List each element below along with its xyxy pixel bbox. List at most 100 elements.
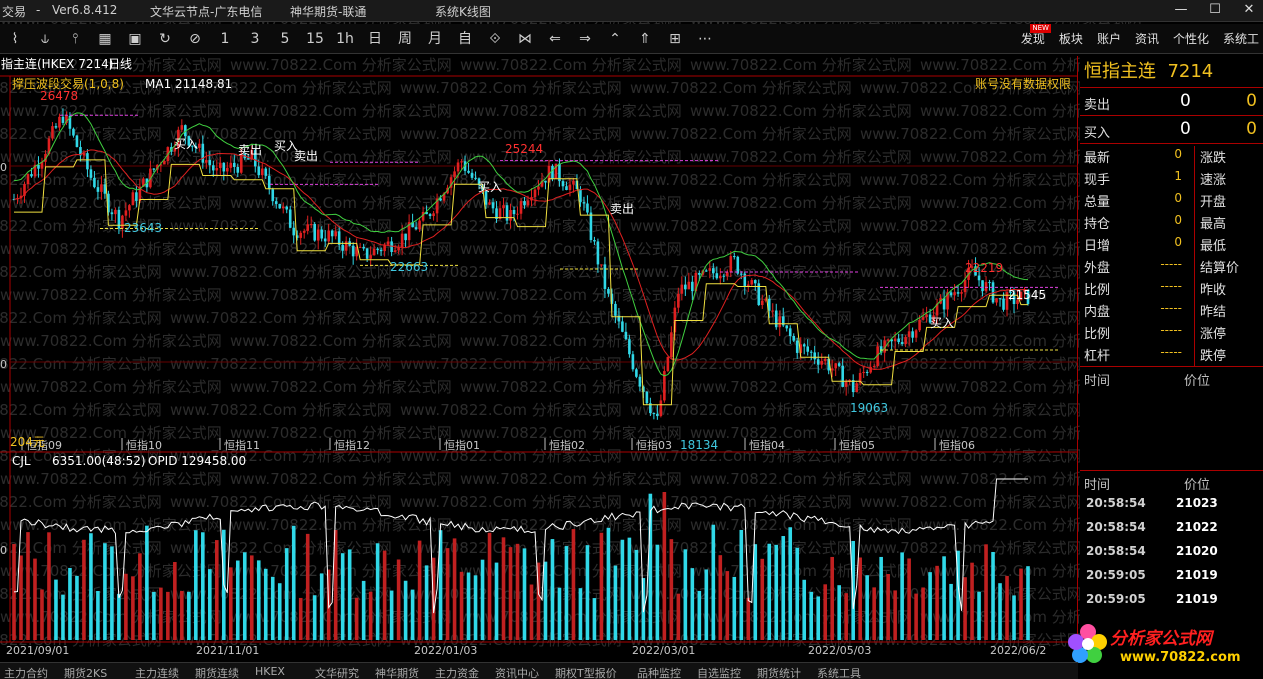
menu-discover[interactable]: 发现 NEW (1021, 24, 1051, 47)
arrow-right-icon[interactable]: ⇒ (570, 28, 600, 50)
menu-personalize[interactable]: 个性化 (1173, 30, 1209, 47)
bottom-tab[interactable]: 主力连续 (135, 665, 179, 679)
candle-icon[interactable]: ⫝ (30, 28, 60, 50)
quote-label: 日增 (1084, 239, 1111, 254)
menu-account[interactable]: 账户 (1097, 30, 1121, 47)
kline-chart[interactable]: 恒指09 恒指10 恒指11 恒指12 恒指01 恒指02 恒指03 恒指04 恒指05 恒指06… (0, 56, 1078, 660)
candle-body (631, 354, 635, 370)
candle-body (505, 205, 509, 221)
trade-signal: 买入 (174, 137, 198, 151)
candle-body (712, 268, 715, 274)
volume-bar (424, 565, 429, 640)
volume-bar (201, 532, 205, 640)
chevron-up-icon[interactable]: ⌃ (600, 28, 630, 50)
volume-bar (138, 553, 142, 640)
period-1[interactable]: 1 (210, 28, 240, 50)
quote-divider (1194, 146, 1195, 366)
quote-value: 0 (1174, 191, 1182, 205)
grid-icon[interactable]: ▦ (90, 28, 120, 50)
quote-value: 0 (1174, 147, 1182, 161)
volume-bar (249, 555, 254, 640)
close-icon[interactable]: ✕ (1241, 2, 1257, 18)
date-label: 2022/01/03 (414, 644, 477, 657)
collapse-icon[interactable]: ⋈ (510, 28, 540, 50)
volume-bar (375, 543, 380, 640)
arrow-left-icon[interactable]: ⇐ (540, 28, 570, 50)
axis-price-2: 0 (0, 358, 7, 371)
bottom-tab[interactable]: 期货统计 (757, 665, 801, 679)
candle-body (271, 189, 275, 202)
tick-list[interactable]: 20:58:54 21023 20:58:54 21022 20:58:54 21020 2… (1080, 492, 1263, 612)
volume-bar (347, 549, 352, 640)
bottom-tab[interactable]: HKEX (255, 665, 285, 678)
maximize-icon[interactable]: ☐ (1207, 2, 1223, 18)
bottom-tab[interactable]: 系统工具 (817, 665, 861, 679)
candle-body (614, 303, 617, 316)
expand-icon[interactable]: ⟐ (480, 28, 510, 50)
view-label: 系统K线图 (435, 5, 491, 19)
period-custom[interactable]: 自 (450, 28, 480, 50)
bar-icon[interactable]: ⫯ (60, 28, 90, 50)
volume-bar (746, 597, 751, 640)
candle-body (736, 256, 740, 274)
menu-sector[interactable]: 板块 (1059, 30, 1083, 47)
candle-body (886, 339, 890, 341)
bottom-tab[interactable]: 期货连续 (195, 665, 239, 679)
menu-news[interactable]: 资讯 (1135, 30, 1159, 47)
tick-row: 20:58:54 21022 (1080, 516, 1263, 540)
volume-bar (816, 596, 821, 640)
volume-bar (1012, 595, 1016, 640)
volume-label[interactable]: CJL (12, 454, 31, 468)
trade-signal: 买入 (930, 316, 954, 330)
layout-icon[interactable]: ⊞ (660, 28, 690, 50)
period-1h[interactable]: 1h (330, 28, 360, 50)
price-label: 26478 (40, 89, 78, 103)
candle-body (93, 177, 96, 188)
quote-value: ----- (1160, 301, 1182, 315)
candle-body (212, 165, 215, 171)
period-3[interactable]: 3 (240, 28, 270, 50)
volume-bar (501, 537, 506, 640)
candle-body (925, 314, 928, 318)
volume-bar (382, 550, 387, 640)
bottom-tab[interactable]: 主力资金 (435, 665, 479, 679)
version-label: Ver6.8.412 (52, 3, 118, 17)
period-15[interactable]: 15 (300, 28, 330, 50)
header-price: 价位 (1184, 374, 1211, 389)
bottom-tab[interactable]: 期权T型报价 (555, 665, 617, 679)
minimize-icon[interactable]: — (1173, 2, 1189, 18)
period-week[interactable]: 周 (390, 28, 420, 50)
sell-row[interactable]: 卖出 0 0 (1080, 88, 1263, 116)
candle-body (306, 224, 310, 231)
period-month[interactable]: 月 (420, 28, 450, 50)
period-label[interactable]: 日线 (108, 57, 132, 71)
bottom-tab[interactable]: 主力合约 (4, 665, 48, 679)
menu-system[interactable]: 系统工 (1223, 30, 1259, 47)
bottom-tab[interactable]: 资讯中心 (495, 665, 539, 679)
candle-body (897, 338, 900, 343)
period-5[interactable]: 5 (270, 28, 300, 50)
save-icon[interactable]: ▣ (120, 28, 150, 50)
buy-row[interactable]: 买入 0 0 (1080, 116, 1263, 144)
chevron-double-up-icon[interactable]: ⇑ (630, 28, 660, 50)
line-icon[interactable]: ⌇ (0, 28, 30, 50)
axis-price-1: 0 (0, 161, 7, 174)
volume-bar (599, 532, 604, 640)
volume-bar (319, 573, 324, 640)
bottom-tab[interactable]: 神华期货 (375, 665, 419, 679)
bottom-tab[interactable]: 期货2KS (64, 665, 107, 679)
candle-body (337, 231, 341, 245)
period-day[interactable]: 日 (360, 28, 390, 50)
zoom-icon[interactable]: ⊘ (180, 28, 210, 50)
bottom-tab[interactable]: 自选监控 (697, 665, 741, 679)
candle-body (851, 380, 855, 393)
candle-body (739, 273, 743, 275)
bottom-tab[interactable]: 品种监控 (637, 665, 681, 679)
refresh-icon[interactable]: ↻ (150, 28, 180, 50)
more-icon[interactable]: ⋯ (690, 28, 720, 50)
candle-body (719, 275, 722, 279)
volume-bar (159, 587, 163, 640)
bottom-tab[interactable]: 文华研究 (315, 665, 359, 679)
tick-price: 21022 (1176, 520, 1218, 534)
chart-area[interactable]: 恒指09 恒指10 恒指11 恒指12 恒指01 恒指02 恒指03 恒指04 恒指05 恒指06… (0, 56, 1078, 660)
